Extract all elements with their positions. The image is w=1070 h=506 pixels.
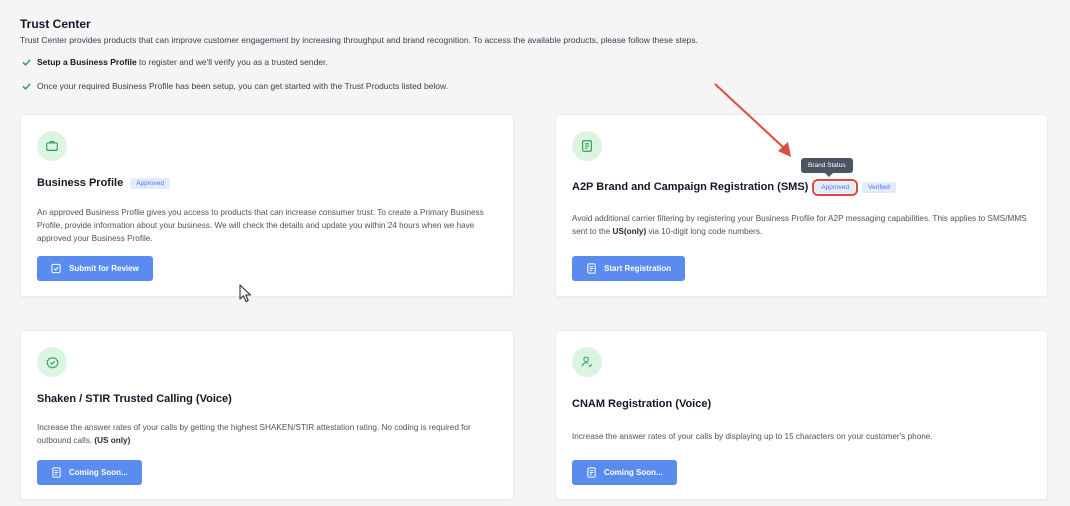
document-icon — [586, 263, 597, 274]
verified-badge-icon — [37, 347, 67, 377]
business-profile-card: Business Profile Approved An approved Bu… — [20, 114, 514, 297]
campaign-status-badge: Verified — [862, 181, 896, 193]
step-setup-business-profile: Setup a Business Profile to register and… — [22, 57, 328, 67]
cnam-registration-card: CNAM Registration (Voice) Increase the a… — [555, 330, 1048, 500]
start-registration-button[interactable]: Start Registration — [572, 256, 686, 281]
cnam-description: Increase the answer rates of your calls … — [572, 432, 933, 441]
document-icon — [572, 131, 602, 161]
check-icon — [22, 82, 31, 91]
business-profile-description: An approved Business Profile gives you a… — [37, 208, 484, 243]
cnam-coming-soon-button[interactable]: Coming Soon... — [572, 460, 677, 485]
a2p-registration-card: A2P Brand and Campaign Registration (SMS… — [555, 114, 1048, 297]
business-profile-title: Business Profile Approved — [37, 177, 171, 189]
shaken-stir-coming-soon-button[interactable]: Coming Soon... — [37, 460, 142, 485]
page-description: Trust Center provides products that can … — [20, 35, 699, 45]
document-icon — [51, 467, 62, 478]
submit-for-review-button[interactable]: Submit for Review — [37, 256, 153, 281]
a2p-description: Avoid additional carrier filtering by re… — [572, 214, 1027, 236]
step-link-business-profile[interactable]: Setup a Business Profile — [37, 57, 137, 67]
document-icon — [586, 467, 597, 478]
shaken-stir-description: Increase the answer rates of your calls … — [37, 423, 471, 445]
mouse-cursor-icon — [239, 284, 251, 302]
page-title: Trust Center — [20, 17, 91, 31]
shaken-stir-card: Shaken / STIR Trusted Calling (Voice) In… — [20, 330, 514, 500]
shaken-stir-title: Shaken / STIR Trusted Calling (Voice) — [37, 393, 232, 405]
brand-status-badge[interactable]: Approved — [812, 178, 859, 196]
check-icon — [22, 58, 31, 67]
step-get-started: Once your required Business Profile has … — [22, 81, 448, 91]
cnam-title: CNAM Registration (Voice) — [572, 398, 712, 410]
checkbox-edit-icon — [51, 263, 62, 274]
step-text: Setup a Business Profile to register and… — [37, 57, 328, 67]
brand-status-tooltip: Brand Status — [801, 158, 853, 177]
status-badge-approved: Approved — [130, 177, 171, 189]
step-text: Once your required Business Profile has … — [37, 81, 449, 91]
user-check-icon — [572, 347, 602, 377]
a2p-title: A2P Brand and Campaign Registration (SMS… — [572, 178, 896, 196]
briefcase-icon — [37, 131, 67, 161]
